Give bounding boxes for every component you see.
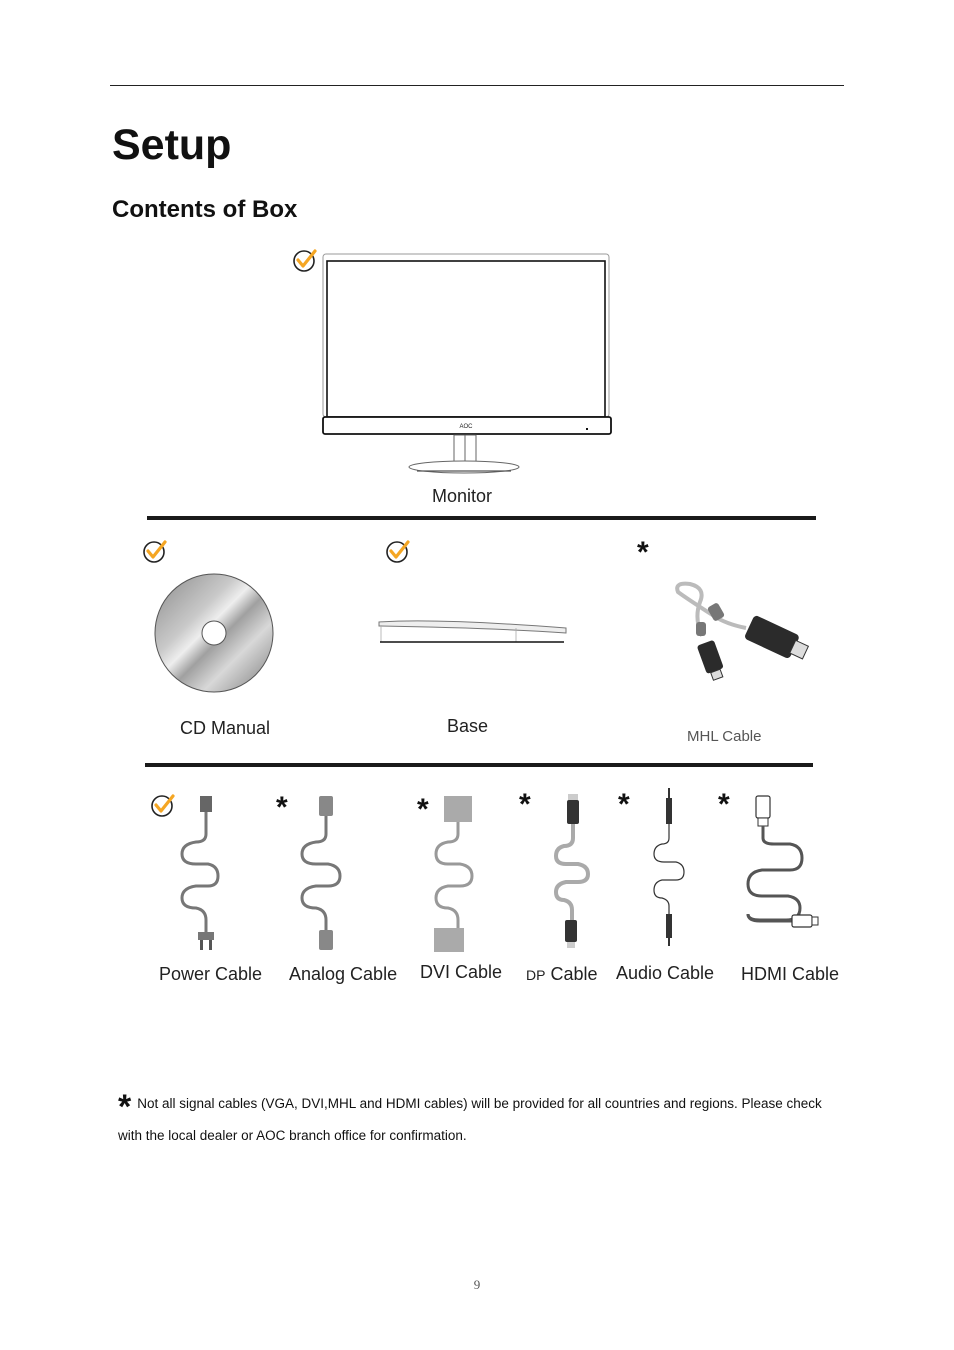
- power-cable-label: Power Cable: [159, 964, 263, 984]
- footnote-text: Not all signal cables (VGA, DVI,MHL and …: [118, 1096, 822, 1143]
- mhl-cable-label: MHL Cable: [687, 728, 762, 745]
- asterisk-icon: *: [618, 788, 630, 821]
- asterisk-icon: *: [276, 791, 288, 824]
- asterisk-icon: *: [637, 536, 649, 569]
- check-circle-icon: [293, 249, 317, 272]
- asterisk-icon: *: [519, 788, 531, 821]
- dvi-cable-illustration: [434, 796, 474, 952]
- header-rule: [110, 85, 844, 86]
- dp-cable-text: Cable: [550, 964, 598, 984]
- dp-cable-label: DP Cable: [526, 964, 598, 985]
- page-number: 9: [473, 1277, 481, 1292]
- base-illustration: [378, 620, 567, 643]
- check-circle-icon: [151, 794, 175, 817]
- analog-cable-illustration: [300, 796, 342, 950]
- section-title: Contents of Box: [112, 196, 298, 223]
- page-title: Setup: [112, 121, 232, 169]
- hdmi-cable-illustration: [746, 795, 819, 928]
- power-cable-illustration: [180, 796, 220, 950]
- footnote: * Not all signal cables (VGA, DVI,MHL and…: [118, 1090, 848, 1147]
- mhl-cable-illustration: [675, 581, 810, 681]
- section-divider: [147, 516, 816, 520]
- analog-cable-label: Analog Cable: [289, 964, 398, 984]
- audio-cable-illustration: [653, 788, 685, 946]
- check-circle-icon: [386, 540, 410, 563]
- base-label: Base: [447, 716, 489, 736]
- cd-manual-label: CD Manual: [180, 718, 271, 738]
- monitor-label: Monitor: [432, 486, 493, 506]
- dvi-cable-label: DVI Cable: [420, 962, 503, 982]
- dp-prefix: DP: [526, 967, 546, 983]
- svg-text:AOC: AOC: [459, 424, 473, 430]
- section-divider: [145, 763, 813, 767]
- asterisk-icon: *: [417, 793, 429, 826]
- hdmi-cable-label: HDMI Cable: [741, 964, 840, 984]
- check-circle-icon: [143, 540, 167, 563]
- dp-cable-illustration: [553, 794, 591, 948]
- asterisk-icon: *: [118, 1088, 132, 1126]
- audio-cable-label: Audio Cable: [616, 963, 715, 983]
- asterisk-icon: *: [718, 788, 730, 821]
- monitor-illustration: AOC: [322, 253, 612, 474]
- cd-disc-icon: [154, 573, 274, 693]
